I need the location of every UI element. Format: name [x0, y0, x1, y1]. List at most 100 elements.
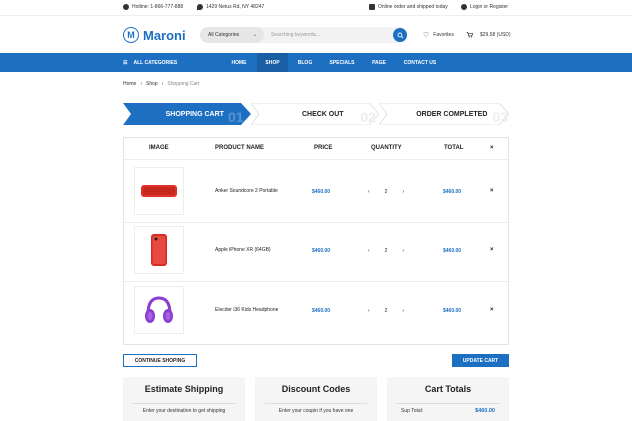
top-bar: Hotline: 1-866-777-888 1429 Netus Rd, NY… — [0, 0, 632, 16]
search-icon — [397, 32, 403, 38]
header-price: PRICE — [314, 145, 333, 151]
user-icon — [461, 4, 467, 10]
chevron-down-icon: ⌄ — [252, 32, 257, 38]
divider — [124, 222, 508, 223]
product-price: $460.00 — [312, 189, 331, 195]
hotline[interactable]: Hotline: 1-866-777-888 — [123, 4, 183, 10]
update-cart-button[interactable]: UPDATE CART — [452, 354, 509, 367]
cart-totals-panel: Cart Totals Sup Total: $460.00 — [387, 377, 509, 421]
header-quantity: QUANTITY — [371, 145, 402, 151]
favorites-link[interactable]: ♡ Favorites — [423, 31, 454, 39]
all-categories-label: ALL CATEGORIES — [133, 59, 178, 66]
breadcrumb-shop[interactable]: Shop — [146, 81, 158, 87]
header-product: PRODUCT NAME — [215, 145, 264, 151]
product-name[interactable]: Elecder i36 Kids Headphone — [215, 307, 278, 313]
hotline-text: Hotline: 1-866-777-888 — [132, 4, 184, 10]
address: 1429 Netus Rd, NY 48247 — [197, 4, 264, 10]
location-pin-icon — [197, 4, 203, 10]
discount-codes-panel: Discount Codes Enter your coupin if you … — [255, 377, 377, 421]
remove-icon[interactable]: × — [490, 307, 494, 313]
search-input[interactable]: Searching keywords... — [271, 32, 320, 38]
decrease-button[interactable]: ‹ — [368, 189, 370, 195]
shipping-text: Online order and shipped today — [378, 4, 448, 10]
remove-icon[interactable]: × — [490, 188, 494, 194]
nav-item-specials[interactable]: SPECIALS — [325, 53, 359, 72]
decrease-button[interactable]: ‹ — [368, 308, 370, 314]
divider — [133, 403, 235, 404]
search-button[interactable] — [393, 28, 407, 42]
product-price: $460.00 — [312, 248, 331, 254]
logo-icon: M — [123, 27, 139, 43]
panel-description: Enter your coupin if you have one — [278, 408, 354, 414]
breadcrumb-home[interactable]: Home — [123, 81, 136, 87]
nav-item-blog[interactable]: BLOG — [291, 53, 319, 72]
remove-icon[interactable]: × — [490, 247, 494, 253]
favorites-label: Favorites — [433, 32, 454, 38]
address-text: 1429 Netus Rd, NY 48247 — [206, 4, 265, 10]
chevron-right-icon: › — [140, 81, 143, 87]
divider — [124, 159, 508, 160]
login-link[interactable]: Login or Register — [461, 4, 508, 10]
divider — [397, 403, 499, 404]
product-price: $460.00 — [312, 308, 331, 314]
cart-total: $29.58 (USD) — [480, 31, 511, 38]
step-label: ORDER COMPLETED — [416, 110, 488, 118]
checkout-steps: 01 SHOPPING CART 02 CHECK OUT 03 ORDER C… — [123, 103, 509, 125]
send-icon — [369, 4, 375, 10]
headphone-image[interactable] — [134, 286, 184, 334]
panel-title: Estimate Shipping — [144, 384, 224, 394]
all-categories-button[interactable]: ☰ ALL CATEGORIES — [123, 53, 177, 72]
step-number: 03 — [492, 109, 509, 125]
nav-item-shop[interactable]: SHOP — [257, 53, 288, 72]
shipping-notice: Online order and shipped today — [369, 4, 448, 10]
category-select[interactable]: All Categories ⌄ — [200, 27, 264, 43]
panel-title: Cart Totals — [424, 384, 472, 394]
menu-icon: ☰ — [123, 59, 128, 66]
step-number: 02 — [360, 109, 376, 125]
quantity-value[interactable]: 2 — [385, 308, 388, 314]
search-bar: All Categories ⌄ Searching keywords... — [200, 27, 407, 43]
row-total: $460.00 — [443, 189, 462, 195]
increase-button[interactable]: › — [402, 308, 404, 314]
quantity-value[interactable]: 2 — [385, 189, 388, 195]
step-shopping-cart: 01 SHOPPING CART — [123, 103, 251, 125]
header-total: TOTAL — [444, 145, 464, 151]
subtotal-label: Sup Total: — [401, 408, 424, 414]
step-label: SHOPPING CART — [165, 110, 224, 118]
heart-icon: ♡ — [423, 32, 430, 39]
cart-link[interactable]: $29.58 (USD) — [466, 31, 511, 38]
logo-text: Maroni — [143, 27, 186, 43]
cart-table: IMAGE PRODUCT NAME PRICE QUANTITY TOTAL … — [123, 137, 509, 345]
product-name[interactable]: Apple iPhone XR (64GB) — [215, 247, 271, 253]
increase-button[interactable]: › — [402, 248, 404, 254]
step-order-completed: 03 ORDER COMPLETED — [379, 103, 509, 125]
clear-all-icon[interactable]: × — [490, 145, 494, 151]
product-name[interactable]: Anker Soundcore 2 Portable — [215, 188, 278, 194]
speaker-image[interactable] — [134, 167, 184, 215]
divider — [124, 281, 508, 282]
cart-icon — [466, 32, 473, 38]
quantity-stepper: ‹ 2 › — [368, 248, 404, 254]
breadcrumb: Home › Shop › Shopping Cart — [123, 81, 199, 87]
increase-button[interactable]: › — [402, 189, 404, 195]
row-total: $460.00 — [443, 248, 462, 254]
header: M Maroni All Categories ⌄ Searching keyw… — [0, 17, 632, 53]
estimate-shipping-panel: Estimate Shipping Enter your destination… — [123, 377, 245, 421]
category-label: All Categories — [208, 32, 240, 38]
quantity-stepper: ‹ 2 › — [368, 189, 404, 195]
header-image: IMAGE — [149, 145, 169, 151]
panel-title: Discount Codes — [281, 384, 351, 394]
panel-description: Enter your destination to get shipping — [142, 408, 226, 414]
continue-shopping-button[interactable]: CONTINUE SHOPING — [123, 354, 197, 367]
phone-icon — [123, 4, 129, 10]
decrease-button[interactable]: ‹ — [368, 248, 370, 254]
logo[interactable]: M Maroni — [123, 27, 186, 43]
quantity-stepper: ‹ 2 › — [368, 308, 404, 314]
breadcrumb-current: Shopping Cart — [167, 81, 200, 87]
nav-item-contact[interactable]: CONTACT US — [400, 53, 440, 72]
nav-item-home[interactable]: HOME — [224, 53, 254, 72]
step-label: CHECK OUT — [301, 110, 344, 118]
quantity-value[interactable]: 2 — [385, 248, 388, 254]
nav-item-page[interactable]: PAGE — [367, 53, 391, 72]
phone-image[interactable] — [134, 226, 184, 274]
